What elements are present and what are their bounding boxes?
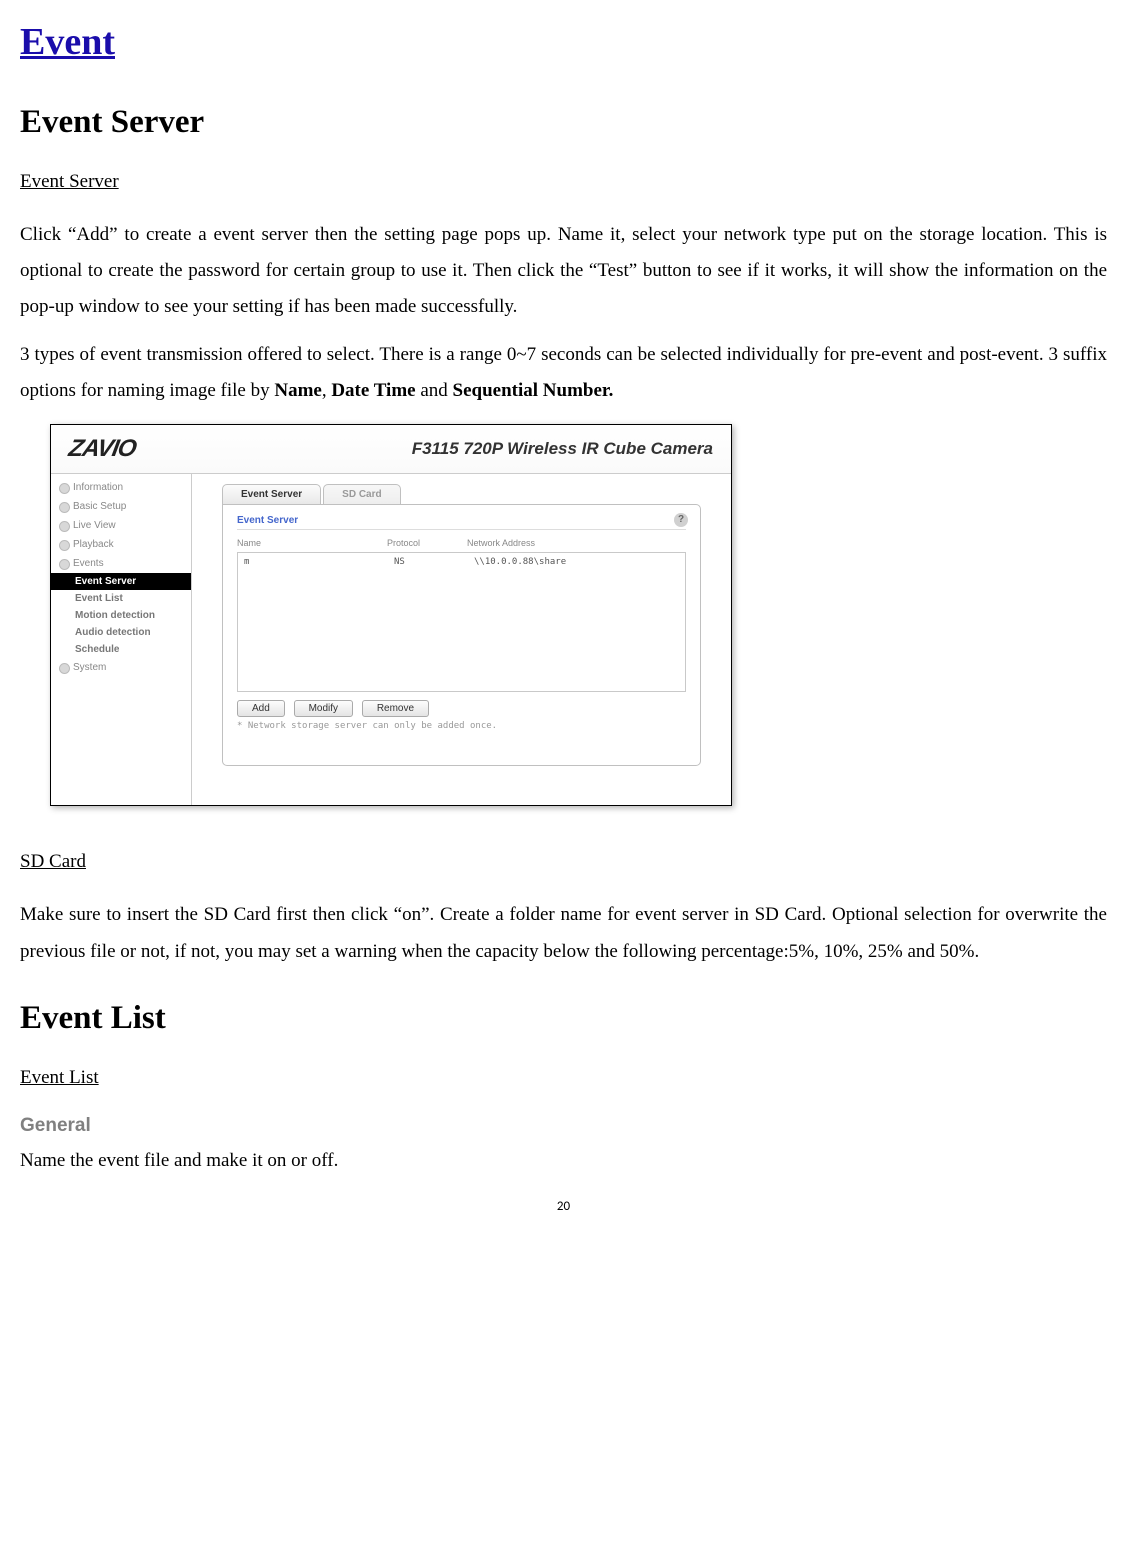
sidebar-item-system[interactable]: System	[51, 658, 191, 677]
text: and	[416, 380, 453, 401]
sidebar-item-events[interactable]: Events	[51, 554, 191, 573]
footnote: * Network storage server can only be add…	[237, 721, 686, 731]
tab-bar: Event Server SD Card	[222, 484, 701, 505]
subheading-sd-card: SD Card	[20, 851, 86, 873]
heading-event-server: Event Server	[20, 104, 1107, 141]
screenshot-body: Information Basic Setup Live View Playba…	[51, 474, 731, 806]
page-number: 20	[20, 1199, 1107, 1214]
tab-event-server[interactable]: Event Server	[222, 484, 321, 505]
screenshot-header: ZAVIO F3115 720P Wireless IR Cube Camera	[51, 425, 731, 474]
col-protocol: Protocol	[387, 538, 467, 548]
heading-general: General	[20, 1115, 1107, 1137]
bold-datetime: Date Time	[331, 380, 415, 401]
modify-button[interactable]: Modify	[294, 700, 353, 717]
product-label: F3115 720P Wireless IR Cube Camera	[412, 439, 713, 459]
panel: ? Event Server Name Protocol Network Add…	[222, 504, 701, 766]
remove-button[interactable]: Remove	[362, 700, 429, 717]
sidebar-item-information[interactable]: Information	[51, 478, 191, 497]
cell-protocol: NS	[394, 557, 474, 567]
logo: ZAVIO	[67, 435, 138, 463]
sidebar-subitem-motion[interactable]: Motion detection	[51, 607, 191, 624]
content-area: Event Server SD Card ? Event Server Name…	[192, 474, 731, 806]
button-row: Add Modify Remove	[237, 700, 686, 717]
paragraph-general: Name the event file and make it on or of…	[20, 1143, 1107, 1179]
server-list[interactable]: m NS \\10.0.0.88\share	[237, 552, 686, 692]
sidebar-item-playback[interactable]: Playback	[51, 535, 191, 554]
sidebar-subitem-event-list[interactable]: Event List	[51, 590, 191, 607]
cell-name: m	[244, 557, 394, 567]
sidebar-item-basic-setup[interactable]: Basic Setup	[51, 497, 191, 516]
embedded-screenshot: ZAVIO F3115 720P Wireless IR Cube Camera…	[50, 424, 732, 806]
bold-seqnum: Sequential Number.	[453, 380, 614, 401]
sidebar-subitem-audio[interactable]: Audio detection	[51, 624, 191, 641]
paragraph-1: Click “Add” to create a event server the…	[20, 217, 1107, 325]
col-name: Name	[237, 538, 387, 548]
tab-sd-card[interactable]: SD Card	[323, 484, 400, 505]
add-button[interactable]: Add	[237, 700, 285, 717]
sidebar: Information Basic Setup Live View Playba…	[51, 474, 192, 806]
cell-address: \\10.0.0.88\share	[474, 557, 679, 567]
heading-event-list: Event List	[20, 1000, 1107, 1037]
sidebar-item-live-view[interactable]: Live View	[51, 516, 191, 535]
column-headers: Name Protocol Network Address	[237, 534, 686, 552]
page-title: Event	[20, 20, 1107, 64]
table-row[interactable]: m NS \\10.0.0.88\share	[238, 557, 685, 567]
paragraph-2: 3 types of event transmission offered to…	[20, 337, 1107, 409]
sidebar-subitem-schedule[interactable]: Schedule	[51, 641, 191, 658]
sidebar-subitem-event-server[interactable]: Event Server	[51, 573, 191, 590]
panel-title: Event Server	[237, 515, 686, 530]
bold-name: Name	[274, 380, 321, 401]
col-address: Network Address	[467, 538, 686, 548]
subheading-event-server: Event Server	[20, 171, 119, 193]
paragraph-sdcard: Make sure to insert the SD Card first th…	[20, 897, 1107, 969]
text: ,	[322, 380, 332, 401]
subheading-event-list: Event List	[20, 1067, 99, 1089]
